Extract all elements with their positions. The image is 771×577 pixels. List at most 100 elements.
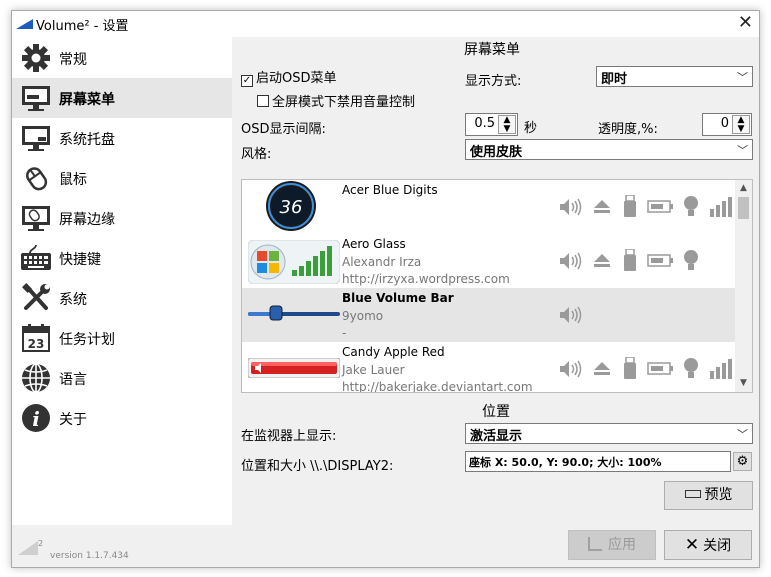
sidebar-item-screen-edge[interactable]: 屏幕边缘 [12, 198, 232, 238]
skin-item-aero-glass[interactable]: Aero Glass Alexandr Irza http://irzyxa.w… [242, 234, 735, 288]
signal-bars-icon [710, 197, 732, 217]
bulb-icon [684, 250, 698, 270]
skin-name: Candy Apple Red [342, 345, 445, 359]
osd-interval-stepper[interactable]: 0.5 ▲ ▼ [465, 113, 518, 136]
skin-capabilities [560, 303, 590, 331]
scroll-thumb[interactable] [738, 197, 749, 219]
close-window-icon[interactable]: ✕ [738, 12, 753, 33]
sidebar-item-label: 关于 [59, 412, 87, 428]
signal-bars-icon [710, 359, 732, 379]
display-mode-select[interactable]: 即时 ﹀ [596, 66, 753, 87]
sidebar-item-tray[interactable]: 系统托盘 [12, 118, 232, 158]
calendar-icon: 23 [20, 322, 52, 354]
sidebar-item-scheduler[interactable]: 23 任务计划 [12, 318, 232, 358]
info-icon: i [20, 402, 52, 434]
osd-section-title: 屏幕菜单 [464, 42, 520, 58]
skin-capabilities [560, 356, 735, 385]
tray-monitor-icon [20, 122, 52, 154]
usb-icon [624, 248, 636, 271]
monitor-select[interactable]: 激活显示 ﹀ [465, 423, 753, 444]
speaker-icon [560, 198, 582, 216]
battery-icon [647, 362, 673, 375]
display-mode-label: 显示方式: [465, 74, 522, 89]
usb-icon [624, 356, 636, 379]
apply-button[interactable]: 应用 [568, 530, 656, 560]
svg-text:i: i [32, 407, 40, 431]
title-bar: Volume² - 设置 ✕ [12, 11, 759, 37]
usb-icon [624, 194, 636, 217]
acer-digits-preview: 36 [264, 180, 318, 236]
monitor-icon [20, 82, 52, 114]
footer: 2 version 1.1.7.434 应用 ✕ 关闭 [12, 525, 759, 568]
sidebar-item-label: 系统托盘 [59, 132, 115, 148]
apply-icon [588, 537, 602, 551]
skin-item-acer-blue-digits[interactable]: 36 Acer Blue Digits [242, 180, 735, 234]
style-select[interactable]: 使用皮肤 ﹀ [465, 139, 753, 160]
footer-logo-icon [18, 541, 38, 559]
position-size-value: 座标 X: 50.0, Y: 90.0; 大小: 100% [469, 456, 662, 469]
osd-interval-unit: 秒 [524, 121, 538, 136]
app-logo-icon [16, 18, 33, 33]
window-title: Volume² - 设置 [36, 19, 129, 34]
close-button-label: 关闭 [703, 538, 732, 554]
preview-icon [684, 490, 701, 498]
speaker-icon [560, 306, 582, 324]
skin-item-candy-apple-red[interactable]: Candy Apple Red Jake Lauer http://bakerj… [242, 342, 735, 392]
sidebar-item-osd[interactable]: 屏幕菜单 [12, 78, 232, 118]
enable-osd-checkbox[interactable]: ✓ 启动OSD菜单 [241, 67, 337, 87]
monitor-label: 在监视器上显示: [241, 429, 337, 444]
skin-author: Alexandr Irza [342, 255, 422, 269]
sidebar-item-mouse[interactable]: 鼠标 [12, 158, 232, 198]
sidebar-item-hotkeys[interactable]: 快捷键 [12, 238, 232, 278]
skin-author: Jake Lauer [342, 363, 405, 377]
skin-capabilities [560, 248, 735, 277]
sidebar-item-system[interactable]: 系统 [12, 278, 232, 318]
keyboard-icon [20, 242, 52, 274]
calendar-day: 23 [28, 337, 45, 351]
sidebar-item-label: 屏幕菜单 [59, 92, 115, 108]
osd-interval-value: 0.5 [474, 116, 495, 131]
sidebar-item-general[interactable]: 常规 [12, 38, 232, 78]
position-size-field[interactable]: 座标 X: 50.0, Y: 90.0; 大小: 100% [465, 451, 731, 472]
sidebar-item-language[interactable]: 语言 [12, 358, 232, 398]
speaker-icon [560, 360, 582, 378]
position-size-label: 位置和大小 \\.\DISPLAY2: [241, 459, 394, 474]
bulb-icon [684, 196, 698, 216]
enable-osd-label: 启动OSD菜单 [256, 71, 337, 86]
position-section-title: 位置 [482, 404, 510, 420]
spin-arrows-icon[interactable]: ▲ ▼ [732, 115, 750, 134]
footer-logo-sup: 2 [38, 539, 44, 548]
spin-arrows-icon[interactable]: ▲ ▼ [498, 115, 516, 134]
speaker-icon [560, 252, 582, 270]
osd-interval-label: OSD显示间隔: [241, 122, 326, 137]
skin-list-scrollbar[interactable]: ▲ ▼ [735, 180, 752, 392]
chevron-down-icon: ﹀ [737, 144, 748, 157]
skin-name: Acer Blue Digits [342, 183, 438, 197]
opacity-stepper[interactable]: 0 ▲ ▼ [702, 113, 752, 136]
skin-url: http://irzyxa.wordpress.com [342, 272, 510, 286]
eject-icon [594, 200, 610, 213]
sidebar-item-label: 鼠标 [59, 172, 87, 188]
scroll-up-icon[interactable]: ▲ [735, 180, 752, 197]
skin-name: Blue Volume Bar [342, 291, 454, 305]
skin-list[interactable]: 36 Acer Blue Digits Aero Glass Alexandr … [241, 179, 753, 393]
scroll-down-icon[interactable]: ▼ [735, 375, 752, 392]
sidebar-item-about[interactable]: i 关于 [12, 398, 232, 438]
candy-apple-red-preview [247, 357, 341, 382]
close-button[interactable]: ✕ 关闭 [664, 530, 752, 560]
blue-volume-bar-preview [248, 302, 340, 326]
style-label: 风格: [241, 147, 272, 162]
monitor-value: 激活显示 [470, 429, 523, 444]
apply-button-label: 应用 [608, 537, 636, 553]
position-settings-gear-icon[interactable]: ⚙ [733, 452, 752, 471]
sidebar-item-label: 快捷键 [59, 252, 101, 268]
chevron-down-icon: ﹀ [737, 428, 748, 441]
preview-button-label: 预览 [704, 487, 733, 503]
preview-button[interactable]: 预览 [664, 481, 753, 510]
skin-item-blue-volume-bar[interactable]: Blue Volume Bar 9yomo - [242, 288, 735, 342]
sidebar-item-label: 屏幕边缘 [59, 212, 115, 228]
chevron-down-icon: ﹀ [737, 71, 748, 84]
preview-digits: 36 [280, 197, 303, 218]
fullscreen-disable-checkbox[interactable]: 全屏模式下禁用音量控制 [257, 91, 415, 110]
skin-author: 9yomo [342, 309, 384, 323]
